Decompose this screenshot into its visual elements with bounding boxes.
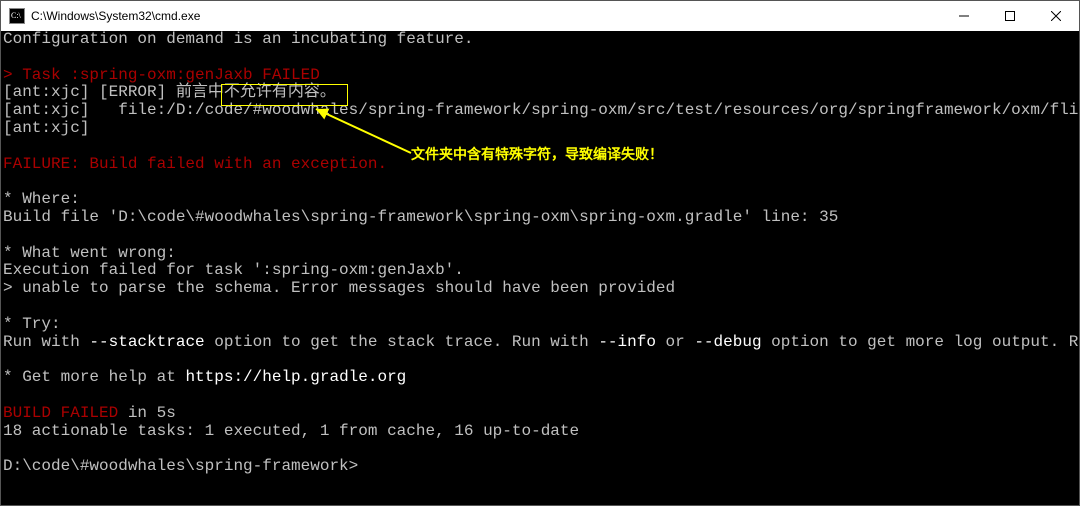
line: [ant:xjc] file:/D:/code/#woodwhales/spri… [3, 101, 1079, 119]
minimize-button[interactable] [941, 1, 987, 31]
line: Run with [3, 333, 89, 351]
line: option to get more log output. Run with [762, 333, 1079, 351]
line: Build file 'D:\code\#woodwhales\spring-f… [3, 208, 838, 226]
maximize-button[interactable] [987, 1, 1033, 31]
svg-text:C:\: C:\ [11, 11, 22, 20]
opt: --stacktrace [89, 333, 204, 351]
window-title: C:\Windows\System32\cmd.exe [31, 9, 200, 23]
line: Configuration on demand is an incubating… [3, 31, 473, 48]
line: [ant:xjc] [ERROR] 前言中不允许有内容。 [3, 83, 336, 101]
cmd-window: C:\ C:\Windows\System32\cmd.exe Configur… [0, 0, 1080, 506]
console-area[interactable]: Configuration on demand is an incubating… [1, 31, 1079, 505]
line: option to get the stack trace. Run with [205, 333, 599, 351]
failure-line: FAILURE: Build failed with an exception. [3, 155, 387, 173]
close-button[interactable] [1033, 1, 1079, 31]
line: in 5s [118, 404, 176, 422]
line: * Where: [3, 190, 80, 208]
line: or [656, 333, 694, 351]
line: * Get more help at [3, 368, 185, 386]
prompt: D:\code\#woodwhales\spring-framework> [3, 457, 358, 475]
console-content: Configuration on demand is an incubating… [3, 31, 1079, 476]
line: Execution failed for task ':spring-oxm:g… [3, 261, 464, 279]
help-url: https://help.gradle.org [185, 368, 406, 386]
opt: --info [598, 333, 656, 351]
line: > unable to parse the schema. Error mess… [3, 279, 675, 297]
opt: --debug [694, 333, 761, 351]
task-line-prefix: > [3, 66, 22, 84]
cmd-icon: C:\ [9, 8, 25, 24]
line: * What went wrong: [3, 244, 176, 262]
task-line: Task :spring-oxm:genJaxb FAILED [22, 66, 320, 84]
line: 18 actionable tasks: 1 executed, 1 from … [3, 422, 579, 440]
line: * Try: [3, 315, 61, 333]
line: [ant:xjc] [3, 119, 89, 137]
build-failed: BUILD FAILED [3, 404, 118, 422]
titlebar[interactable]: C:\ C:\Windows\System32\cmd.exe [1, 1, 1079, 31]
